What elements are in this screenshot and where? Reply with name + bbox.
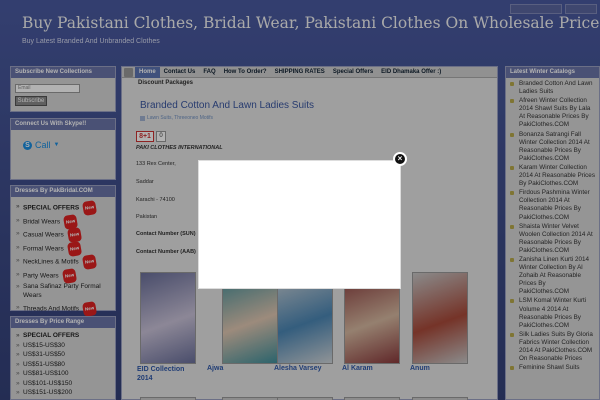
- close-icon[interactable]: ×: [393, 152, 407, 166]
- popup-modal[interactable]: [198, 160, 401, 289]
